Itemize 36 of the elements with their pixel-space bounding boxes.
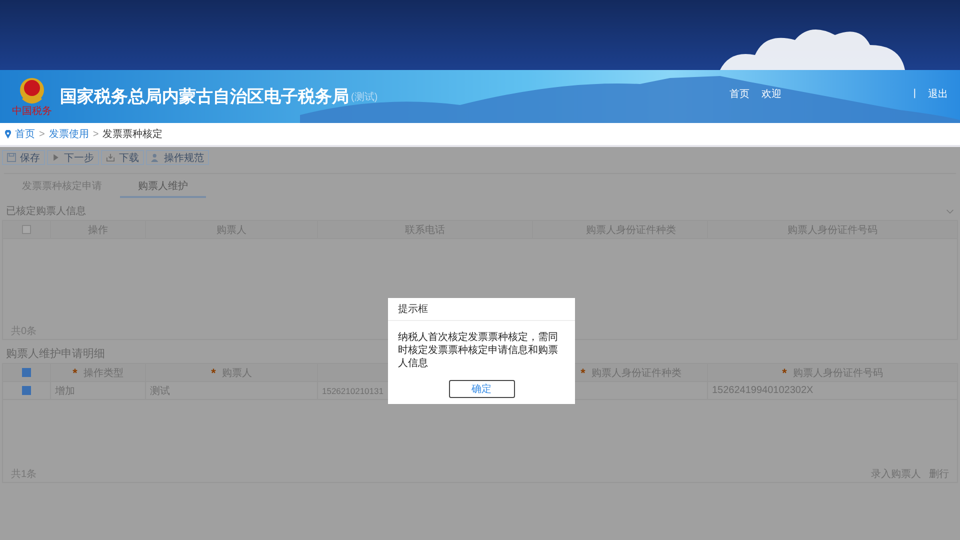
dialog-title: 提示框 [398, 304, 428, 315]
breadcrumb-item[interactable]: 首页 [15, 127, 35, 141]
required-marker: * [580, 366, 586, 380]
toolbar-button[interactable]: 下载 [101, 150, 144, 165]
chevron-down-icon[interactable] [946, 208, 954, 214]
location-pin-icon [5, 130, 11, 138]
header-link[interactable]: 首页 [729, 86, 750, 100]
section-title: 购票人维护申请明细 [6, 346, 105, 361]
breadcrumb-item[interactable]: 发票票种核定 [102, 127, 163, 141]
toolbar-button[interactable]: 操作规范 [146, 150, 209, 165]
site-title: 国家税务总局内蒙古自治区电子税务局 [60, 86, 349, 108]
tab[interactable]: 购票人维护 [120, 179, 206, 198]
breadcrumb-item[interactable]: 发票使用 [48, 127, 89, 141]
download-icon [106, 153, 115, 162]
breadcrumb-separator: > [92, 128, 99, 140]
play-icon [52, 153, 60, 162]
dialog-message: 纳税人首次核定发票票种核定，需同时核定发票票种核定申请信息和购票人信息 [398, 332, 558, 369]
logo-caption: 中国税务 [12, 106, 52, 117]
required-marker: * [72, 366, 78, 380]
header-link[interactable]: 欢迎 [761, 86, 782, 100]
toolbar-button[interactable]: 下一步 [47, 150, 99, 165]
title-note: (测试) [351, 90, 378, 104]
save-icon [7, 153, 16, 162]
emblem-icon [17, 76, 47, 106]
logout-link[interactable]: 退出 [928, 86, 948, 100]
select-all-checkbox[interactable] [22, 225, 31, 234]
people-icon [151, 153, 160, 162]
required-marker: * [211, 366, 216, 380]
select-all-checkbox[interactable] [22, 368, 31, 377]
separator-text: | [913, 88, 916, 99]
toolbar-button[interactable]: 保存 [2, 150, 45, 165]
section-title: 已核定购票人信息 [6, 204, 86, 218]
required-marker: * [782, 366, 787, 380]
breadcrumb-separator: > [39, 128, 45, 140]
confirm-button[interactable]: 确定 [448, 380, 514, 398]
row-checkbox[interactable] [22, 386, 31, 395]
